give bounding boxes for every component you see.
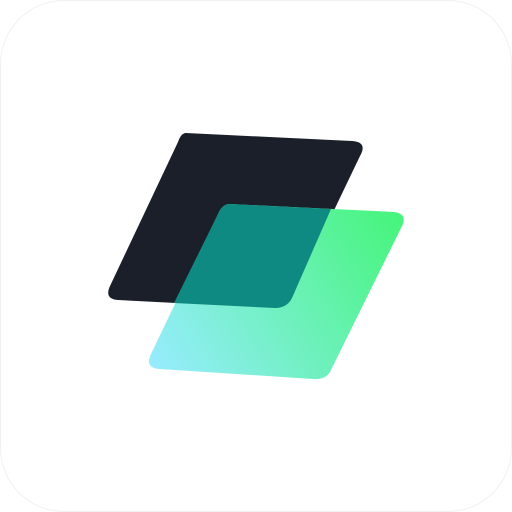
app-icon-tile[interactable] bbox=[0, 0, 512, 512]
layers-logo-icon bbox=[108, 133, 404, 380]
